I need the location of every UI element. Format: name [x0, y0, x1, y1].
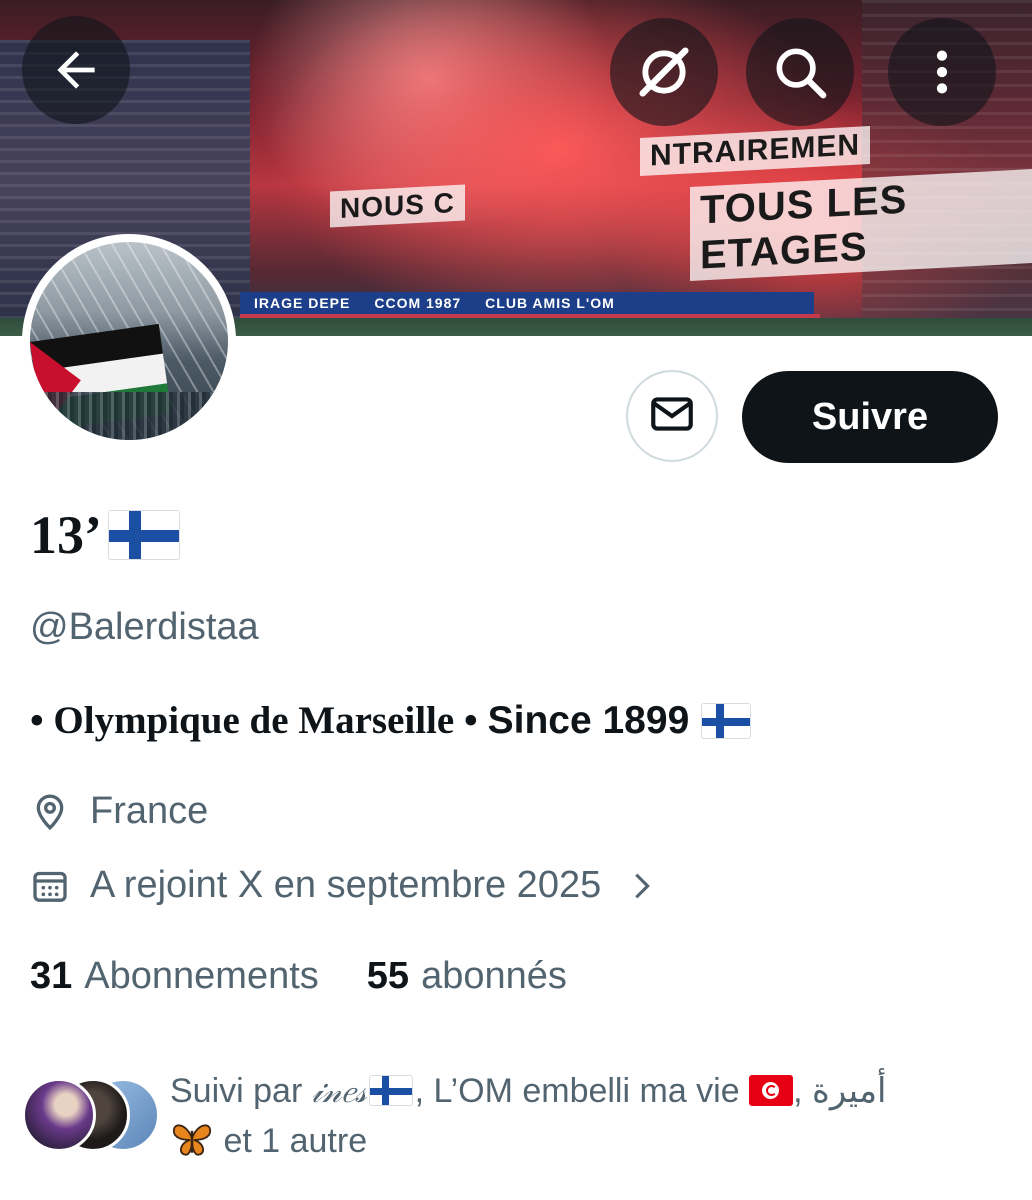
profile-stats: 31 Abonnements 55 abonnés	[30, 955, 567, 998]
message-button[interactable]	[626, 370, 718, 462]
display-name-text: 13’	[30, 505, 102, 565]
follower-name: أميرة	[812, 1072, 887, 1110]
banner-ad-band: IRAGE DEPE CCOM 1987 CLUB AMIS L'OM	[240, 292, 814, 314]
tunisia-flag-icon	[749, 1075, 794, 1106]
location-text: France	[90, 790, 209, 832]
following-count: 31	[30, 955, 73, 997]
bio-text: Since 1899	[487, 699, 690, 742]
banner-tifo-text: NOUS C	[330, 184, 465, 228]
grok-button[interactable]	[610, 18, 718, 126]
followed-by-text[interactable]: Suivi par 𝒾𝓃𝑒𝓈, L’OM embelli ma vie , أم…	[170, 1066, 1000, 1174]
chevron-right-icon	[625, 869, 679, 903]
bio-text: • Olympique de Marseille •	[30, 699, 478, 742]
calendar-icon	[30, 866, 90, 906]
profile-join-date[interactable]: A rejoint X en septembre 2025	[30, 864, 679, 907]
following-link[interactable]: 31 Abonnements	[30, 955, 319, 998]
arrow-left-icon	[48, 42, 104, 98]
finland-flag-icon	[701, 703, 752, 739]
following-label: Abonnements	[84, 955, 319, 997]
more-options-button[interactable]	[888, 18, 996, 126]
more-vertical-icon	[914, 44, 970, 100]
follower-name: 𝒾𝓃𝑒𝓈	[311, 1073, 367, 1109]
avatar-crowd	[30, 392, 228, 440]
separator: ,	[793, 1072, 803, 1110]
avatar-image	[30, 242, 228, 440]
envelope-icon	[647, 389, 697, 444]
follower-name: L’OM embelli ma vie	[433, 1072, 740, 1110]
banner-ad-text: IRAGE DEPE	[254, 295, 351, 311]
followed-by-prefix: Suivi par	[170, 1072, 303, 1110]
profile-bio: • Olympique de Marseille • Since 1899	[30, 697, 752, 745]
followed-by-suffix: et 1 autre	[223, 1122, 368, 1160]
mutual-followers-avatars[interactable]	[22, 1078, 162, 1152]
banner-ad-text: CLUB AMIS L'OM	[485, 295, 615, 311]
profile-location: France	[30, 790, 208, 833]
display-name: 13’	[30, 505, 180, 565]
banner-tifo-text: NTRAIREMEN	[640, 125, 870, 177]
followers-label: abonnés	[421, 955, 567, 997]
grok-icon	[632, 40, 696, 104]
butterfly-icon	[170, 1120, 214, 1174]
back-button[interactable]	[22, 16, 130, 124]
search-icon	[769, 41, 831, 103]
avatar	[22, 1078, 96, 1152]
location-pin-icon	[30, 792, 90, 832]
follow-button[interactable]: Suivre	[742, 371, 998, 463]
separator: ,	[414, 1072, 425, 1110]
profile-avatar[interactable]	[22, 234, 236, 448]
finland-flag-icon	[368, 1075, 413, 1106]
followers-link[interactable]: 55 abonnés	[367, 955, 567, 998]
user-handle: @Balerdistaa	[30, 606, 259, 648]
banner-tifo-text: TOUS LES ETAGES	[690, 169, 1032, 281]
followers-count: 55	[366, 955, 410, 997]
search-button[interactable]	[746, 18, 854, 126]
join-date-text: A rejoint X en septembre 2025	[90, 864, 602, 906]
finland-flag-icon	[107, 510, 180, 560]
banner-ad-text: CCOM 1987	[374, 295, 462, 311]
